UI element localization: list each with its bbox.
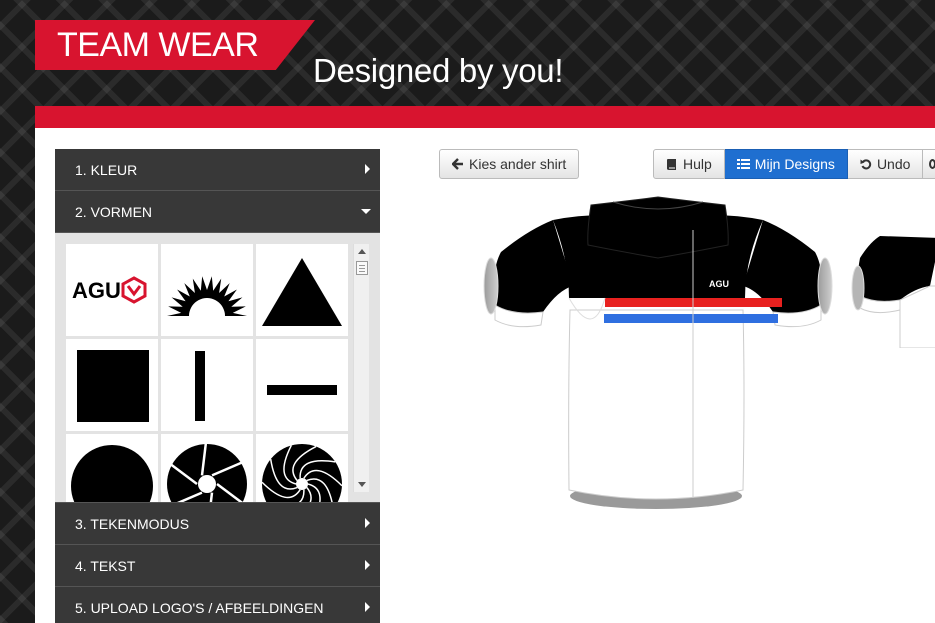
my-designs-label: Mijn Designs (754, 156, 835, 172)
list-icon (736, 158, 750, 170)
section-label: 3. TEKENMODUS (75, 516, 190, 532)
scroll-down-icon[interactable] (358, 482, 366, 487)
triangle-icon (262, 258, 342, 326)
section-label: 4. TEKST (75, 558, 136, 574)
chevron-right-icon (365, 164, 370, 174)
jersey-preview[interactable]: AGU (483, 190, 833, 510)
scroll-thumb[interactable] (356, 261, 368, 275)
header-red-bar (35, 106, 935, 128)
arrow-left-icon (452, 158, 464, 170)
book-icon (666, 158, 678, 171)
section-kleur[interactable]: 1. KLEUR (55, 149, 380, 191)
section-upload[interactable]: 5. UPLOAD LOGO'S / AFBEELDINGEN (55, 587, 380, 623)
shape-agu-logo[interactable]: AGU (66, 244, 158, 336)
section-tekst[interactable]: 4. TEKST (55, 545, 380, 587)
shape-vertical-bar[interactable] (161, 339, 253, 431)
shape-triangle[interactable] (256, 244, 348, 336)
vertical-bar-icon (195, 351, 205, 421)
shape-grid: AGU (66, 244, 348, 502)
my-designs-button[interactable]: Mijn Designs (724, 149, 848, 179)
help-button[interactable]: Hulp (653, 149, 725, 179)
jersey-logo: AGU (709, 279, 729, 289)
brand-banner: TEAM WEAR (35, 20, 315, 70)
shape-swirl[interactable] (256, 434, 348, 502)
choose-shirt-label: Kies ander shirt (469, 156, 567, 172)
jersey-right-cuff-opening (817, 257, 833, 315)
jersey-collar (587, 196, 729, 259)
designer-main-area: 1. KLEUR 2. VORMEN AGU 3. TEKENMODUS 4. … (35, 128, 935, 623)
design-steps-accordion: 1. KLEUR 2. VORMEN AGU 3. TEKENMODUS 4. … (55, 149, 380, 623)
section-tekenmodus[interactable]: 3. TEKENMODUS (55, 503, 380, 545)
sunburst-icon (167, 276, 247, 316)
section-label: 1. KLEUR (75, 162, 138, 178)
undo-button[interactable]: Undo (847, 149, 924, 179)
jersey-back-cuff-opening (851, 265, 865, 311)
shape-circle[interactable] (66, 434, 158, 502)
horizontal-bar-icon (267, 385, 337, 395)
more-button[interactable] (923, 149, 935, 179)
shape-aperture[interactable] (161, 434, 253, 502)
chevron-right-icon (365, 602, 370, 612)
jersey-stripe-blue (604, 314, 778, 323)
tagline: Designed by you! (313, 52, 564, 89)
help-label: Hulp (683, 156, 712, 172)
shape-sunburst[interactable] (161, 244, 253, 336)
circle-icon (71, 445, 153, 502)
chevron-right-icon (365, 560, 370, 570)
jersey-back-preview[interactable] (850, 228, 935, 348)
section-label: 5. UPLOAD LOGO'S / AFBEELDINGEN (75, 600, 324, 616)
section-label: 2. VORMEN (75, 204, 153, 220)
agu-logo-icon: AGU (72, 276, 147, 304)
chevron-right-icon (365, 518, 370, 528)
square-icon (77, 350, 149, 422)
shape-horizontal-bar[interactable] (256, 339, 348, 431)
swirl-icon (261, 444, 343, 502)
section-vormen[interactable]: 2. VORMEN (55, 191, 380, 233)
refresh-icon (929, 159, 935, 169)
scroll-up-icon[interactable] (358, 249, 366, 254)
shapes-panel: AGU (55, 233, 380, 503)
chevron-down-icon (361, 209, 371, 214)
choose-shirt-button[interactable]: Kies ander shirt (439, 149, 580, 179)
undo-label: Undo (876, 156, 911, 172)
jersey-left-cuff-opening (483, 257, 499, 315)
jersey-body (568, 309, 745, 500)
aperture-icon (167, 441, 247, 502)
agu-logo-text: AGU (72, 278, 121, 303)
shape-square[interactable] (66, 339, 158, 431)
toolbar-button-group: Hulp Mijn Designs Undo (653, 149, 935, 179)
shapes-scrollbar[interactable] (353, 244, 369, 492)
undo-icon (860, 158, 872, 170)
